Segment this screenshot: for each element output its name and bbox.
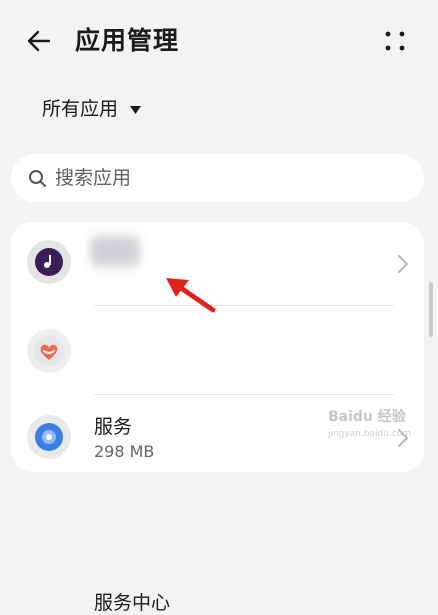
red-arrow-icon (166, 278, 216, 313)
service-center-app-icon (27, 415, 71, 459)
caret-down-icon (130, 105, 142, 114)
filter-label: 所有应用 (42, 98, 119, 120)
service-app-icon (27, 329, 71, 373)
watermark: Baidu 经验 jingyan.baidu.com (328, 406, 428, 444)
back-arrow-icon[interactable] (22, 24, 56, 58)
watermark-url: jingyan.baidu.com (328, 429, 412, 439)
divider (94, 305, 394, 306)
app-list-item[interactable]: 服务 298 MB (11, 308, 424, 461)
chevron-right-icon (398, 255, 408, 273)
page-title: 应用管理 (75, 26, 180, 55)
blurred-app-name (90, 236, 140, 266)
more-options-icon[interactable] (380, 26, 410, 56)
scrollbar[interactable] (429, 282, 433, 337)
search-bar[interactable]: 搜索应用 (11, 154, 424, 202)
app-name: 服务中心 (94, 592, 171, 614)
search-icon (29, 170, 46, 187)
app-bar: 应用管理 (0, 0, 438, 82)
search-input[interactable]: 搜索应用 (55, 154, 131, 202)
app-filter-dropdown[interactable]: 所有应用 (42, 94, 142, 124)
watermark-text: Baidu 经验 (328, 409, 406, 425)
app-icon (27, 240, 71, 284)
